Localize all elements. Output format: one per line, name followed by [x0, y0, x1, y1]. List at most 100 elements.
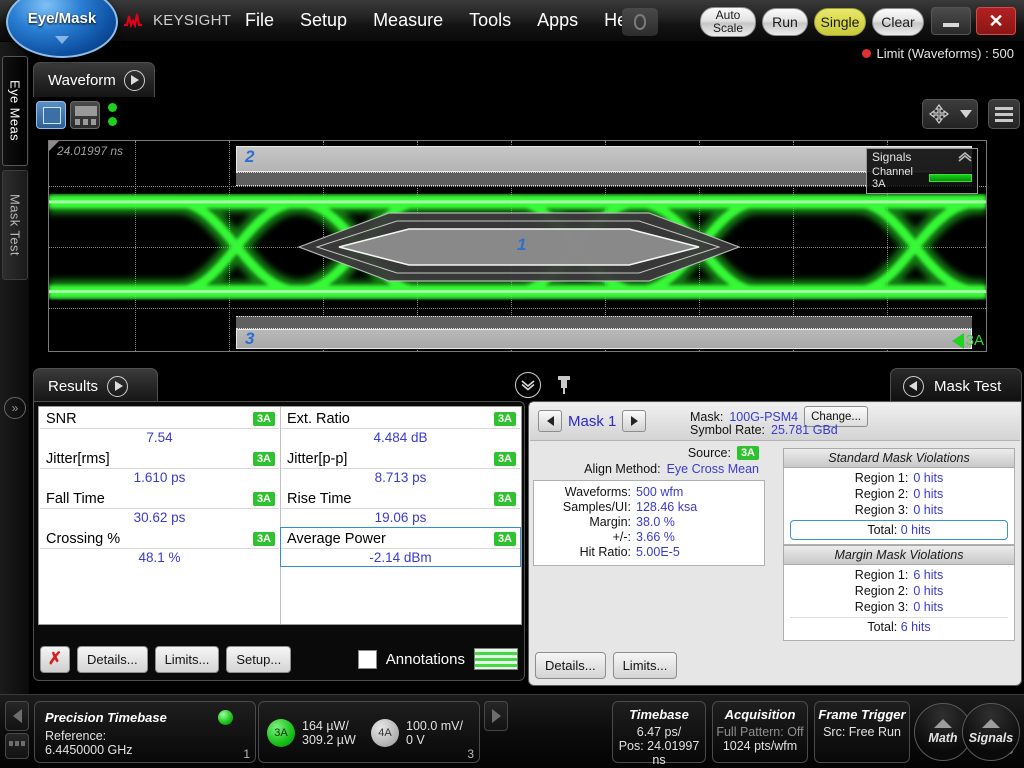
single-button[interactable]: Single — [814, 8, 866, 36]
view-single-button[interactable] — [36, 101, 66, 129]
violation-row: Region 2:0 hits — [784, 583, 1014, 599]
channel-3a-offset: 309.2 µW — [302, 733, 356, 747]
channels-card[interactable]: 3A 164 µW/ 309.2 µW 4A 100.0 mV/ 0 V 3 — [258, 701, 480, 763]
signals-knob-button[interactable]: Signals — [962, 703, 1020, 761]
precision-timebase-card[interactable]: Precision Timebase Reference: 6.4450000 … — [34, 701, 256, 763]
eye-diagram-graticule[interactable]: 24.01997 ns — [48, 140, 987, 352]
measurement-cell-ext-ratio[interactable]: Ext. Ratio 3A 4.484 dB — [280, 407, 521, 447]
status-bar-grid-button[interactable] — [5, 733, 29, 759]
violation-row: Region 1:0 hits — [784, 470, 1014, 486]
channel-4a-badge[interactable]: 4A — [371, 719, 399, 747]
sidebar-item-eye-meas[interactable]: Eye Meas — [2, 56, 28, 166]
triangle-up-icon — [934, 719, 952, 728]
timebase-scale: 6.47 ps/ — [613, 725, 705, 739]
menu-item-measure[interactable]: Measure — [360, 8, 456, 33]
signals-legend[interactable]: Signals Channel 3A — [866, 148, 978, 194]
tab-waveform[interactable]: Waveform — [33, 62, 155, 97]
measurement-name: SNR — [46, 411, 77, 427]
channel-offset-marker[interactable]: 3A — [952, 332, 984, 349]
expand-sidebar-button[interactable]: » — [4, 397, 26, 419]
acquisition-card[interactable]: Acquisition Full Pattern: Off 1024 pts/w… — [712, 701, 808, 763]
timebase-card[interactable]: Timebase 6.47 ps/ Pos: 24.01997 ns — [612, 701, 706, 763]
chevron-down-icon[interactable] — [960, 110, 972, 118]
scroll-left-button[interactable] — [5, 701, 29, 731]
annotations-color-swatch[interactable] — [474, 648, 518, 670]
tab-mask-test-label: Mask Test — [934, 378, 1001, 395]
measurement-cell-jitter-rms[interactable]: Jitter[rms] 3A 1.610 ps — [39, 447, 280, 487]
menu-item-tools[interactable]: Tools — [456, 8, 524, 33]
play-left-icon[interactable] — [903, 376, 924, 397]
chevron-up-icon[interactable] — [958, 152, 972, 162]
results-details-button[interactable]: Details... — [77, 646, 148, 673]
measurement-cell-fall-time[interactable]: Fall Time 3A 30.62 ps — [39, 487, 280, 527]
tab-results[interactable]: Results — [33, 368, 158, 403]
violation-region-label: Region 2: — [855, 487, 909, 501]
play-right-icon[interactable] — [107, 376, 128, 397]
waveform-menu-button[interactable] — [988, 99, 1020, 129]
mask-stat-value: 500 wfm — [636, 485, 683, 499]
previous-mask-button[interactable] — [538, 410, 562, 432]
signals-legend-header[interactable]: Signals — [867, 149, 977, 165]
mask-limits-button[interactable]: Limits... — [613, 652, 678, 679]
mask-details-button[interactable]: Details... — [535, 652, 606, 679]
measurement-cell-crossing-pct[interactable]: Crossing % 3A 48.1 % — [39, 527, 280, 567]
measurement-cell-jitter-pp[interactable]: Jitter[p-p] 3A 8.713 ps — [280, 447, 521, 487]
mask-align-row: Align Method: Eye Cross Mean — [533, 462, 765, 476]
violation-row: Region 2: 0 hits — [784, 486, 1014, 502]
menu-item-setup[interactable]: Setup — [287, 8, 360, 33]
frame-trigger-card[interactable]: Frame Trigger Src: Free Run — [814, 701, 910, 763]
timebase-position: Pos: 24.01997 ns — [613, 739, 705, 767]
measurement-name: Ext. Ratio — [287, 411, 350, 427]
results-limits-button[interactable]: Limits... — [155, 646, 220, 673]
tab-mask-test[interactable]: Mask Test — [890, 368, 1022, 403]
measurement-cell-average-power[interactable]: Average Power 3A -2.14 dBm — [280, 527, 521, 567]
violation-row: Region 1:6 hits — [784, 567, 1014, 583]
minimize-icon — [943, 23, 959, 27]
chevron-double-right-icon: » — [12, 401, 19, 415]
annotations-checkbox[interactable] — [358, 650, 377, 669]
measurement-cell-snr[interactable]: SNR 3A 7.54 — [39, 407, 280, 447]
violation-region-value: 0 hits — [913, 487, 943, 501]
run-button[interactable]: Run — [762, 8, 808, 36]
run-control-buttons: Auto Scale Run Single Clear — [700, 7, 924, 37]
menu-item-file[interactable]: File — [232, 8, 287, 33]
auto-scale-button[interactable]: Auto Scale — [700, 7, 756, 37]
mask-index-label: Mask 1 — [568, 413, 616, 430]
minimize-button[interactable] — [931, 7, 971, 35]
move-arrows-icon — [929, 104, 949, 124]
standard-violations-total[interactable]: Total: 0 hits — [790, 520, 1008, 540]
mask-value: 100G-PSM4 — [729, 410, 798, 424]
chevron-double-down-icon — [521, 379, 535, 391]
time-position-label: 24.01997 ns — [57, 144, 123, 158]
collapse-panel-button[interactable] — [515, 372, 541, 398]
measurement-name: Jitter[p-p] — [287, 451, 347, 467]
measurement-cell-rise-time[interactable]: Rise Time 3A 19.06 ps — [280, 487, 521, 527]
keysight-wordmark: KEYSIGHT — [153, 12, 231, 29]
next-mask-button[interactable] — [622, 410, 646, 432]
delete-measurement-button[interactable]: ✗ — [40, 646, 70, 673]
clear-button[interactable]: Clear — [872, 8, 924, 36]
signals-legend-row[interactable]: Channel 3A — [867, 165, 977, 193]
play-right-icon[interactable] — [124, 70, 145, 91]
mask-stat-value: 3.66 % — [636, 530, 675, 544]
pin-panel-button[interactable] — [557, 376, 571, 394]
measurement-value: 4.484 dB — [281, 428, 520, 447]
view-grid-button[interactable] — [70, 101, 100, 129]
hamburger-icon-line — [995, 113, 1013, 116]
menu-item-apps[interactable]: Apps — [524, 8, 591, 33]
margin-violations-total[interactable]: Total: 6 hits — [790, 617, 1008, 636]
channel-3a-badge[interactable]: 3A — [267, 719, 295, 747]
timebase-title: Timebase — [613, 707, 705, 722]
scroll-right-button[interactable] — [484, 701, 508, 731]
measurement-source-badge: 3A — [253, 452, 275, 466]
standard-violations-title: Standard Mask Violations — [783, 448, 1015, 468]
measurement-source-badge: 3A — [494, 452, 516, 466]
screenshot-camera-icon[interactable] — [622, 8, 658, 36]
pan-tool-button[interactable] — [922, 99, 978, 129]
sidebar-item-mask-test[interactable]: Mask Test — [2, 170, 28, 280]
precision-timebase-reference-value: 6.4450000 GHz — [45, 743, 133, 757]
mask-stat-key: Margin: — [540, 515, 636, 529]
measurement-source-badge: 3A — [494, 492, 516, 506]
close-button[interactable]: ✕ — [976, 7, 1016, 35]
results-setup-button[interactable]: Setup... — [226, 646, 291, 673]
